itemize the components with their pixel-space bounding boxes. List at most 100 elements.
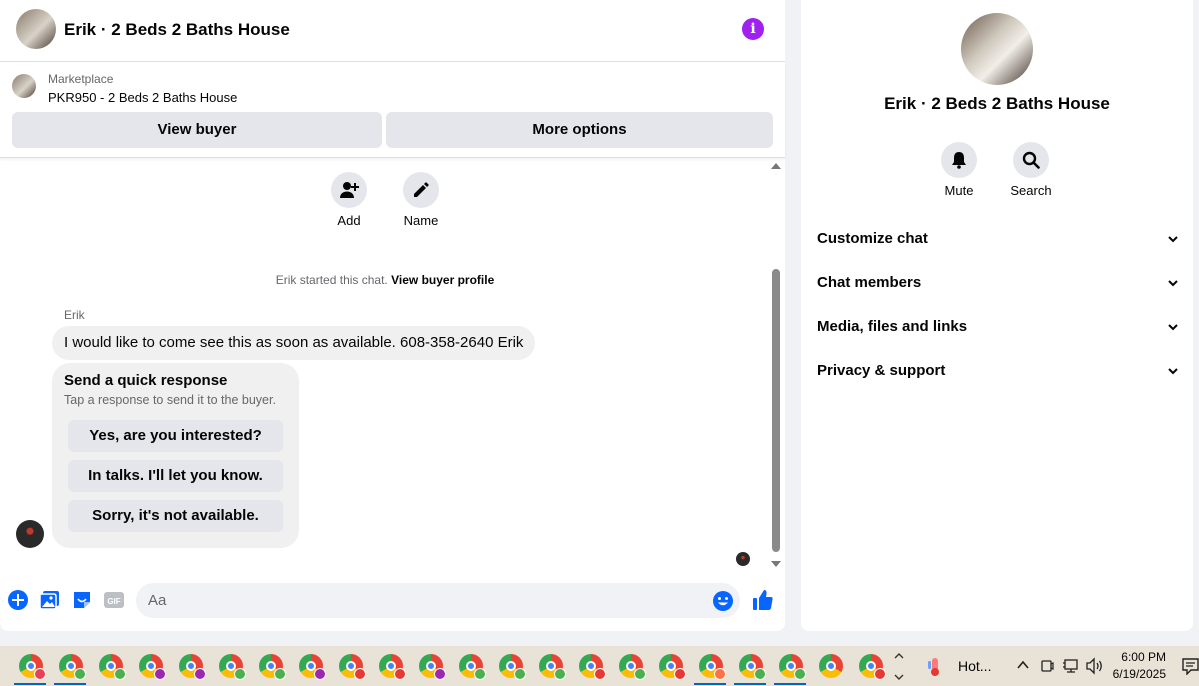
plus-circle-icon[interactable] [7,589,29,611]
pencil-icon [414,182,429,197]
mute-button[interactable] [941,142,977,178]
sticker-icon[interactable] [71,589,93,611]
volume-icon[interactable] [1085,657,1105,675]
profile-badge-icon [194,668,206,680]
taskbar-clock[interactable]: 6:00 PM 6/19/2025 [1110,649,1166,683]
profile-badge-icon [434,668,446,680]
thermometer-icon [928,658,939,676]
quick-response-in-talks[interactable]: In talks. I'll let you know. [68,460,283,492]
scroll-down-arrow-icon[interactable] [771,561,781,567]
taskbar-chrome-app[interactable] [250,646,290,686]
taskbar-chrome-app[interactable] [330,646,370,686]
sender-avatar[interactable] [16,520,44,548]
taskbar-chrome-app[interactable] [810,646,850,686]
taskbar-chrome-app[interactable] [10,646,50,686]
section-label: Media, files and links [817,318,968,335]
scroll-thumb[interactable] [772,269,780,552]
details-avatar[interactable] [961,13,1033,85]
marketplace-banner: Marketplace PKR950 - 2 Beds 2 Baths Hous… [0,62,785,158]
privacy-support-section[interactable]: Privacy & support [817,357,1179,385]
chat-panel: Erik · 2 Beds 2 Baths House i Marketplac… [0,0,785,631]
add-person-icon [340,182,359,198]
chevron-down-icon [1168,368,1178,375]
section-label: Chat members [817,274,922,291]
emoji-icon[interactable] [712,590,734,612]
info-icon[interactable]: i [742,18,764,40]
add-people-button[interactable] [331,172,367,208]
meet-icon[interactable] [1040,657,1054,675]
profile-badge-icon [474,668,486,680]
message-input[interactable] [148,583,708,618]
chevron-up-icon[interactable] [1016,659,1030,671]
taskbar-chrome-app[interactable] [650,646,690,686]
name-chat-button[interactable] [403,172,439,208]
more-options-button[interactable]: More options [386,112,773,148]
taskbar-chrome-app[interactable] [730,646,770,686]
taskbar-chrome-app[interactable] [210,646,250,686]
quick-response-not-available[interactable]: Sorry, it's not available. [68,500,283,532]
taskbar-chrome-app[interactable] [490,646,530,686]
profile-badge-icon [34,668,46,680]
chevron-down-icon [1168,324,1178,331]
profile-badge-icon [714,668,726,680]
quick-response-title: Send a quick response [64,372,228,389]
notifications-icon[interactable] [1182,657,1199,675]
chat-title[interactable]: Erik · 2 Beds 2 Baths House [64,20,290,40]
media-files-links-section[interactable]: Media, files and links [817,313,1179,341]
chat-members-section[interactable]: Chat members [817,269,1179,297]
taskbar-chrome-app[interactable] [370,646,410,686]
read-receipt-avatar [736,552,750,566]
gif-icon[interactable]: GIF [103,589,125,611]
mute-label: Mute [944,183,974,198]
marketplace-label: Marketplace [48,72,114,86]
add-label: Add [337,213,361,228]
view-buyer-profile-link[interactable]: View buyer profile [391,273,494,287]
profile-badge-icon [794,668,806,680]
profile-badge-icon [634,668,646,680]
profile-badge-icon [114,668,126,680]
taskbar-chrome-app[interactable] [570,646,610,686]
weather-text[interactable]: Hot... [958,658,991,674]
photo-icon[interactable] [39,589,61,611]
search-button[interactable] [1013,142,1049,178]
taskbar-chrome-app[interactable] [690,646,730,686]
thumbs-up-icon[interactable] [752,588,774,612]
chat-details-panel: Erik · 2 Beds 2 Baths House Mute Search … [801,0,1193,631]
message-scrollbar[interactable] [770,163,782,567]
profile-badge-icon [314,668,326,680]
sender-name: Erik [64,308,85,322]
bell-icon [952,152,966,169]
taskbar-chrome-app[interactable] [290,646,330,686]
view-buyer-button[interactable]: View buyer [12,112,382,148]
message-bubble[interactable]: I would like to come see this as soon as… [52,326,536,360]
chat-header: Erik · 2 Beds 2 Baths House i [0,0,785,62]
search-label: Search [1010,183,1052,198]
name-label: Name [403,213,439,228]
listing-thumbnail [12,74,36,98]
profile-badge-icon [154,668,166,680]
profile-badge-icon [674,668,686,680]
taskbar-chrome-app[interactable] [50,646,90,686]
taskbar-chrome-app[interactable] [770,646,810,686]
chevron-down-icon [1168,236,1178,243]
taskbar-chrome-app[interactable] [90,646,130,686]
svg-text:GIF: GIF [107,597,120,606]
listing-title[interactable]: PKR950 - 2 Beds 2 Baths House [48,90,237,105]
chrome-icon [819,654,843,678]
scroll-up-arrow-icon[interactable] [771,163,781,169]
customize-chat-section[interactable]: Customize chat [817,225,1179,253]
taskbar-chrome-app[interactable] [450,646,490,686]
profile-badge-icon [514,668,526,680]
taskbar-chrome-app[interactable] [410,646,450,686]
taskbar-chrome-app[interactable] [610,646,650,686]
taskbar-scroll-icon[interactable] [893,649,905,683]
network-icon[interactable] [1062,657,1080,675]
taskbar-chrome-app[interactable] [530,646,570,686]
chat-started-notice: Erik started this chat. View buyer profi… [0,273,770,287]
chat-avatar[interactable] [16,9,56,49]
taskbar-chrome-app[interactable] [850,646,890,686]
quick-response-interested[interactable]: Yes, are you interested? [68,420,283,452]
profile-badge-icon [594,668,606,680]
taskbar-chrome-app[interactable] [170,646,210,686]
taskbar-chrome-app[interactable] [130,646,170,686]
